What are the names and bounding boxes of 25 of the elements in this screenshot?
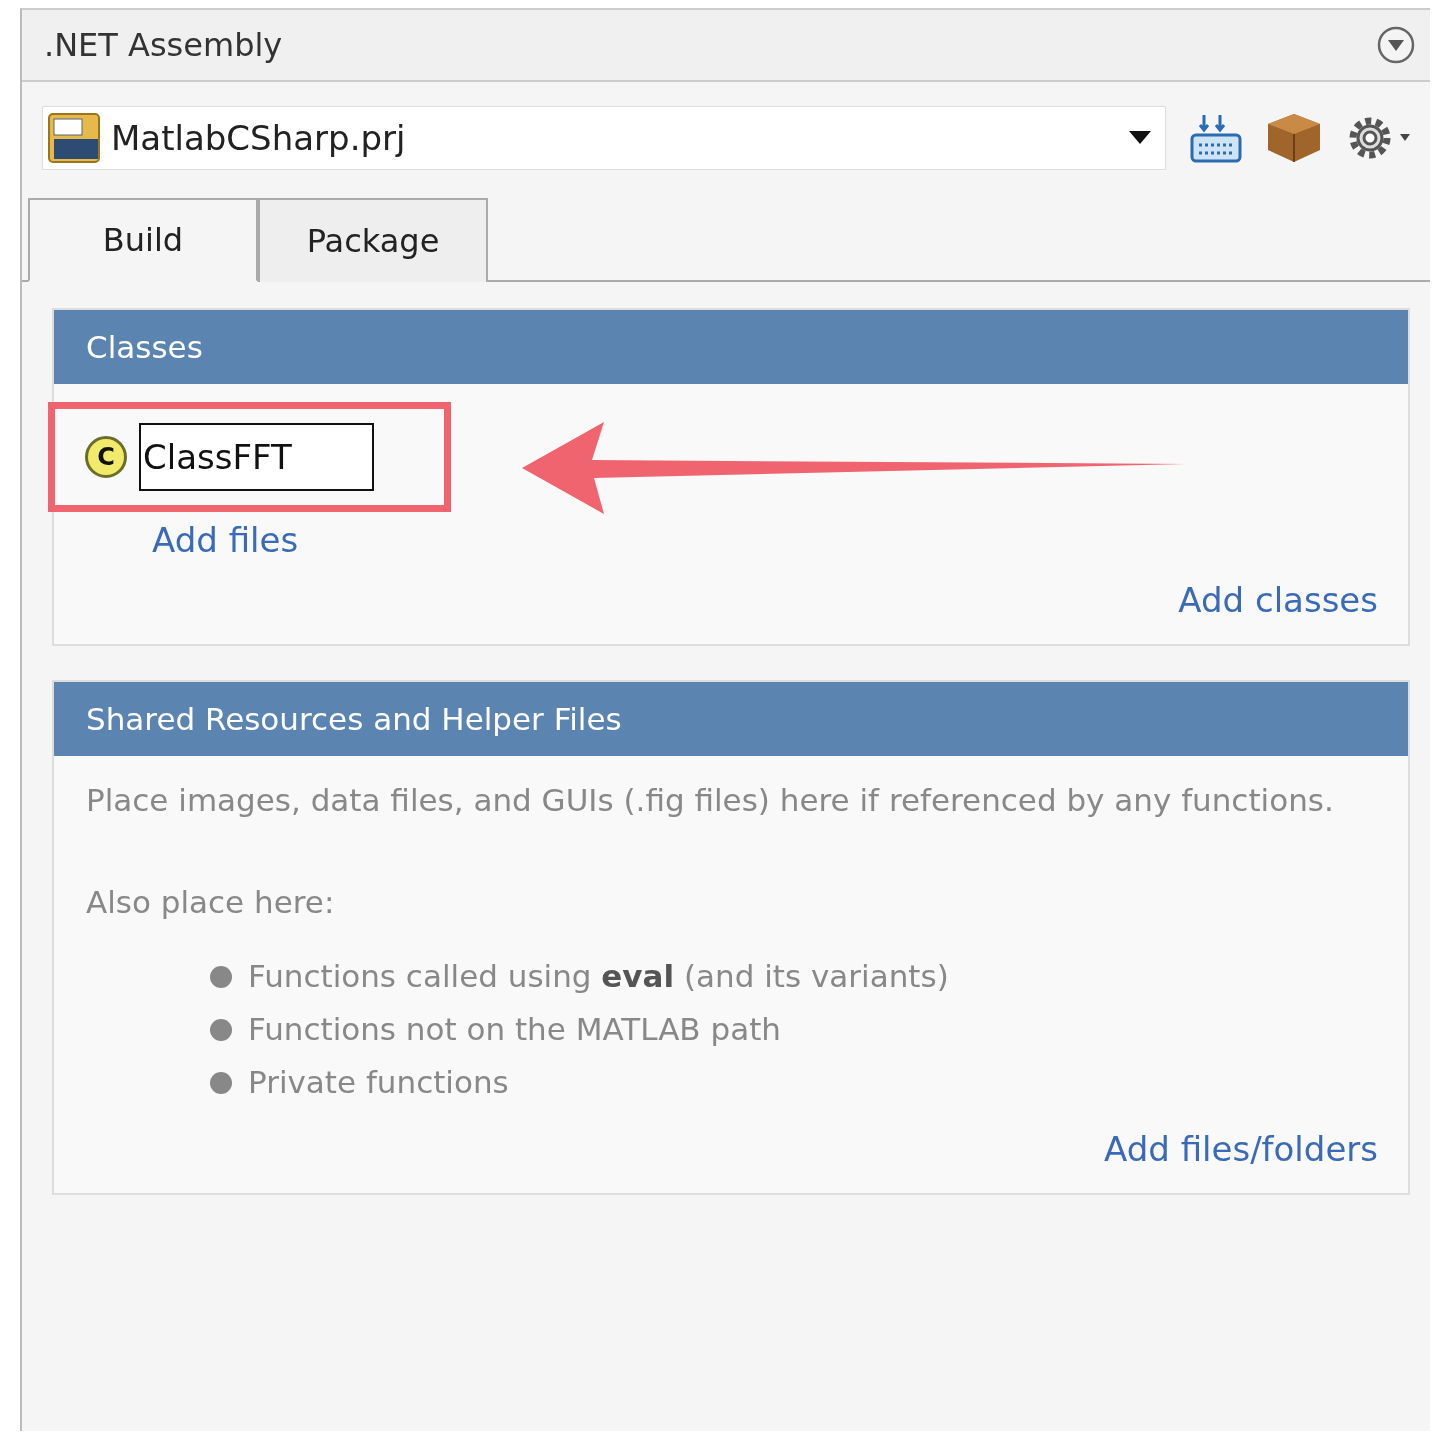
- section-header: Shared Resources and Helper Files: [54, 682, 1408, 756]
- bullet-text: Functions not on the MATLAB path: [248, 1010, 781, 1049]
- description-text: Place images, data files, and GUIs (.fig files) here if referenced by any functions.: [86, 781, 1335, 820]
- also-text: Also place here:: [86, 883, 336, 922]
- tab[interactable]: Package: [258, 198, 488, 282]
- add-files-folders-link[interactable]: Add files/folders: [1104, 1129, 1378, 1169]
- collapse-icon[interactable]: [1376, 25, 1416, 65]
- bullet-text: Functions called using eval (and its variants): [248, 957, 949, 996]
- panel-title: .NET Assembly: [44, 26, 283, 64]
- bullet-icon: [210, 965, 232, 988]
- box-icon[interactable]: [1266, 112, 1322, 164]
- caret-icon: [1129, 131, 1151, 145]
- add-classes-link[interactable]: Add classes: [1178, 580, 1378, 620]
- class-row[interactable]: C ClassFFT: [48, 402, 451, 512]
- net-file-icon: [47, 112, 101, 164]
- class-name-field[interactable]: ClassFFT: [139, 423, 374, 491]
- section-header: Classes: [54, 310, 1408, 384]
- bullet-icon: [210, 1071, 232, 1094]
- project-dropdown[interactable]: MatlabCSharp.prj: [42, 106, 1166, 170]
- tab[interactable]: Build: [28, 198, 258, 282]
- bullet-icon: [210, 1018, 232, 1041]
- class-icon: C: [85, 436, 127, 478]
- keyboard-icon[interactable]: [1190, 113, 1242, 163]
- bullet-text: Private functions: [248, 1063, 509, 1102]
- add-files-link[interactable]: Add files: [152, 520, 299, 560]
